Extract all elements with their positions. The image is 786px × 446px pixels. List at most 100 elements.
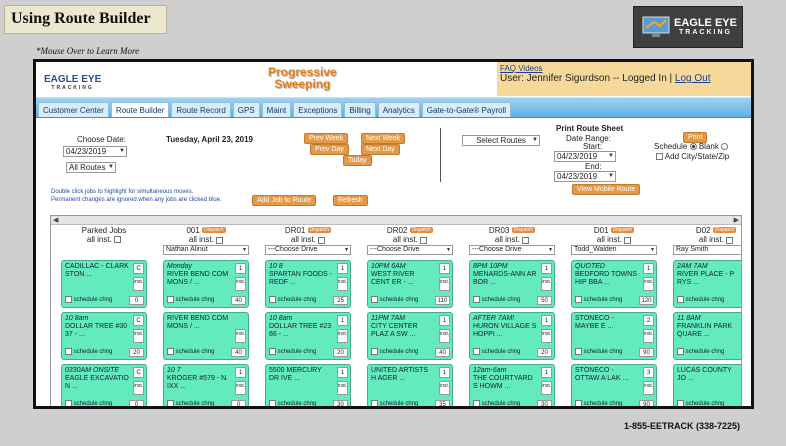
select-routes-dropdown[interactable]: Select Routes <box>462 135 540 146</box>
job-order[interactable]: 1 <box>439 263 450 274</box>
schedule-change-checkbox[interactable] <box>371 347 378 355</box>
horizontal-scrollbar[interactable]: ◀ ▶ <box>51 216 741 225</box>
dispatch-badge[interactable]: Dispatch <box>307 227 332 234</box>
job-minutes[interactable]: 0 <box>231 400 246 406</box>
inst-checkbox[interactable]: inst. <box>133 381 144 395</box>
schedule-change[interactable]: schedule chng <box>269 295 316 304</box>
inst-checkbox[interactable]: inst. <box>337 381 348 395</box>
job-card[interactable]: 10 8am DOLLAR TREE #23 66 - ... 1 inst. sch… <box>265 312 351 360</box>
tab-gps[interactable]: GPS <box>232 102 260 117</box>
job-card[interactable]: 5500 MERCURY DR IVE ... 1 inst. schedule c… <box>265 364 351 406</box>
all-inst-checkbox[interactable] <box>420 236 428 244</box>
schedule-change[interactable]: schedule chng <box>575 295 622 304</box>
job-card[interactable]: 10PM 6AM WEST RIVER CENT ER - ... 1 inst. s… <box>367 260 453 308</box>
job-minutes[interactable]: 20 <box>333 348 348 357</box>
tab-maint[interactable]: Maint <box>261 102 292 117</box>
schedule-change-checkbox[interactable] <box>167 295 174 303</box>
schedule-change-checkbox[interactable] <box>677 399 684 406</box>
job-order[interactable]: 1 <box>337 315 348 326</box>
job-card[interactable]: 8PM 10PM MENARDS-ANN AR BOR ... 1 inst. sch… <box>469 260 555 308</box>
all-inst-checkbox[interactable] <box>522 236 530 244</box>
job-minutes[interactable]: 50 <box>537 296 552 305</box>
schedule-change-checkbox[interactable] <box>473 399 480 406</box>
job-minutes[interactable]: 30 <box>333 400 348 406</box>
job-minutes[interactable]: 20 <box>129 348 144 357</box>
schedule-change[interactable]: schedule chng <box>65 295 112 304</box>
schedule-change[interactable]: schedule chng <box>167 399 214 406</box>
job-card[interactable]: 12am-6am THE COURTYARD S HOWM ... 1 inst. s… <box>469 364 555 406</box>
prev-day-button[interactable]: Prev Day <box>310 144 349 155</box>
job-order[interactable]: 1 <box>643 263 654 274</box>
job-order[interactable]: C <box>133 315 144 326</box>
job-card[interactable]: 10 7 KROGER #579 - N. IXX ... 1 inst. sched… <box>163 364 249 406</box>
schedule-change[interactable]: schedule chng <box>677 295 724 304</box>
inst-checkbox[interactable]: inst. <box>337 329 348 343</box>
inst-checkbox[interactable]: inst. <box>643 277 654 291</box>
job-card[interactable]: RIVER BEND COM MONS / ... inst. schedule … <box>163 312 249 360</box>
job-card[interactable]: 11PM 7AM CITY CENTER PLAZ A SW ... 1 inst. … <box>367 312 453 360</box>
start-date-picker[interactable]: 04/23/2019 <box>554 151 616 162</box>
driver-select[interactable]: Nathan Alinut <box>163 245 249 256</box>
tab-customer-center[interactable]: Customer Center <box>38 102 109 117</box>
schedule-change-checkbox[interactable] <box>65 347 72 355</box>
job-order[interactable]: 1 <box>541 315 552 326</box>
view-mobile-route-button[interactable]: View Mobile Route <box>572 184 641 195</box>
prev-week-button[interactable]: Prev Week <box>304 133 349 144</box>
job-card[interactable]: LUCAS COUNTY JO ...3inst. schedule chng2… <box>673 364 742 409</box>
all-inst-checkbox[interactable] <box>216 236 224 244</box>
add-job-to-route-button[interactable]: Add Job to Route <box>252 195 317 206</box>
job-order[interactable]: 1 <box>439 315 450 326</box>
job-minutes[interactable]: 30 <box>741 296 742 305</box>
schedule-change[interactable]: schedule chng <box>269 399 316 406</box>
job-minutes[interactable]: 110 <box>435 296 450 305</box>
schedule-change[interactable]: schedule chng <box>677 399 724 406</box>
schedule-change-checkbox[interactable] <box>575 295 582 303</box>
dispatch-badge[interactable]: Dispatch <box>409 227 434 234</box>
schedule-change-checkbox[interactable] <box>167 399 174 406</box>
schedule-change[interactable]: schedule chng <box>677 347 724 356</box>
job-minutes[interactable]: 0 <box>129 400 144 406</box>
refresh-button[interactable]: Refresh <box>333 195 368 206</box>
date-picker[interactable]: 04/23/2019 <box>63 146 127 157</box>
inst-checkbox[interactable]: inst. <box>439 381 450 395</box>
schedule-change-checkbox[interactable] <box>575 399 582 406</box>
tab-gate-to-gate-payroll[interactable]: Gate-to-Gate® Payroll <box>421 102 511 117</box>
logout-link[interactable]: Log Out <box>675 73 711 84</box>
job-minutes[interactable]: 20 <box>741 348 742 357</box>
schedule-change-checkbox[interactable] <box>473 295 480 303</box>
inst-checkbox[interactable]: inst. <box>541 277 552 291</box>
schedule-change-checkbox[interactable] <box>473 347 480 355</box>
schedule-change[interactable]: schedule chng <box>65 399 112 406</box>
inst-checkbox[interactable]: inst. <box>643 381 654 395</box>
dispatch-badge[interactable]: Dispatch <box>610 227 635 234</box>
today-button[interactable]: Today <box>343 155 372 166</box>
tab-billing[interactable]: Billing <box>344 102 376 117</box>
driver-select[interactable]: ---Choose Drive <box>265 245 351 256</box>
job-card[interactable]: 0330AM ONSITE EAGLE EXCAVATIO N ... Cinst.… <box>61 364 147 406</box>
driver-select[interactable]: Todd_Walden <box>571 245 657 256</box>
job-minutes[interactable]: 20 <box>537 348 552 357</box>
tab-exceptions[interactable]: Exceptions <box>293 102 343 117</box>
schedule-change[interactable]: schedule chng <box>473 399 520 406</box>
schedule-change-checkbox[interactable] <box>65 399 72 406</box>
job-order[interactable]: 2 <box>643 315 654 326</box>
job-order[interactable]: C <box>133 367 144 378</box>
schedule-option[interactable]: Schedule Blank <box>654 142 729 151</box>
job-card[interactable]: AFTER 7AM! HURON VILLAGE S HOPPI ... 1 inst… <box>469 312 555 360</box>
inst-checkbox[interactable]: inst. <box>337 277 348 291</box>
schedule-change[interactable]: schedule chng <box>371 399 418 406</box>
schedule-change-checkbox[interactable] <box>677 347 684 355</box>
job-minutes[interactable]: 20 <box>741 400 742 409</box>
job-order[interactable]: 1 <box>541 367 552 378</box>
schedule-change-checkbox[interactable] <box>371 295 378 303</box>
schedule-change[interactable]: schedule chng <box>167 295 214 304</box>
schedule-change-checkbox[interactable] <box>575 347 582 355</box>
job-order[interactable]: 1 <box>337 263 348 274</box>
schedule-change[interactable]: schedule chng <box>575 347 622 356</box>
all-inst-checkbox[interactable] <box>726 236 734 244</box>
all-inst-checkbox[interactable] <box>114 236 122 244</box>
next-day-button[interactable]: Next Day <box>361 144 400 155</box>
inst-checkbox[interactable]: inst. <box>235 329 246 343</box>
job-order[interactable]: 1 <box>541 263 552 274</box>
job-card[interactable]: 10 8 SPARTAN FOODS - REDF ... 1 inst. sched… <box>265 260 351 308</box>
